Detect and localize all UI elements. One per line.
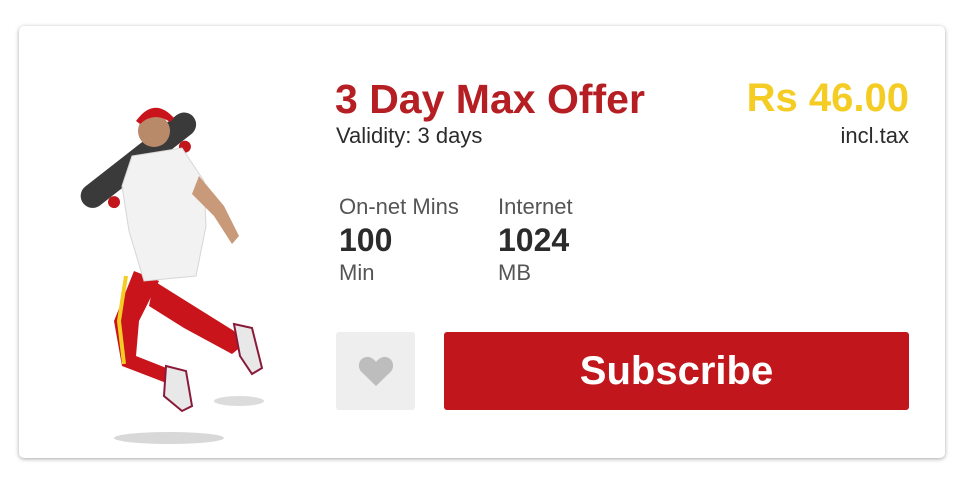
stat-label: Internet <box>498 194 573 219</box>
heart-icon <box>358 356 393 386</box>
stat-unit: MB <box>498 260 531 285</box>
offer-hero-image <box>74 66 284 451</box>
stat-internet: Internet 1024 MB <box>498 194 573 286</box>
stat-unit: Min <box>339 260 375 285</box>
stat-value: 100 <box>339 222 393 258</box>
offer-title: 3 Day Max Offer <box>335 76 645 122</box>
offer-price: Rs 46.00 <box>746 76 909 120</box>
offer-validity: Validity: 3 days <box>336 123 483 148</box>
subscribe-button[interactable]: Subscribe <box>444 332 909 410</box>
stat-value: 1024 <box>498 222 570 258</box>
stat-label: On-net Mins <box>339 194 459 219</box>
offer-card: 3 Day Max Offer Validity: 3 days Rs 46.0… <box>19 26 945 458</box>
favorite-button[interactable] <box>336 332 415 410</box>
tax-note: incl.tax <box>840 123 909 148</box>
stat-onnet-mins: On-net Mins 100 Min <box>339 194 459 286</box>
